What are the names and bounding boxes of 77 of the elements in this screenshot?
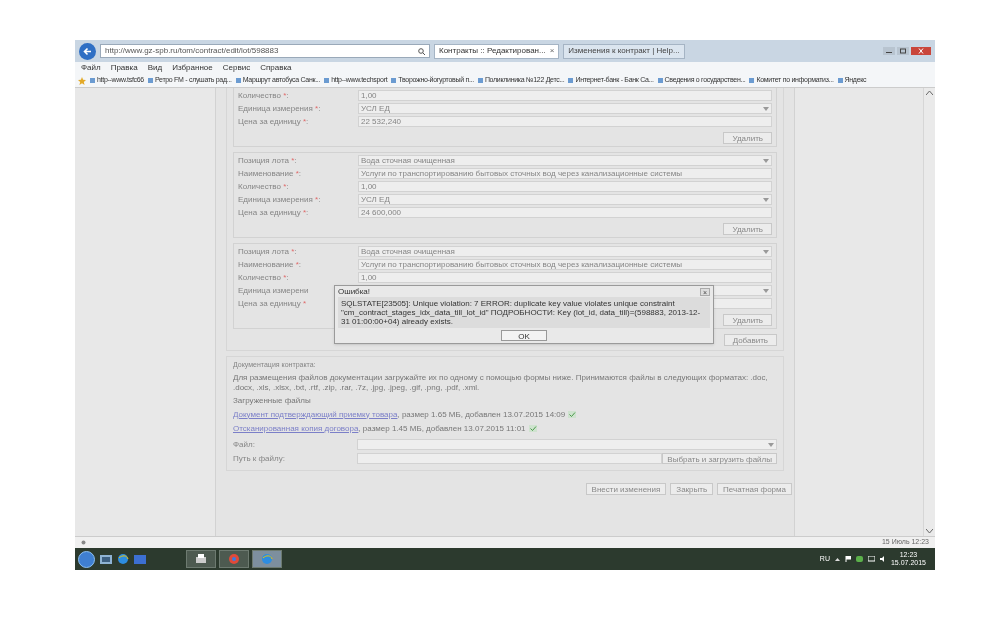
minimize-icon: [883, 47, 895, 55]
menu-item[interactable]: Сервис: [222, 64, 251, 72]
dropdown-arrow-icon: [763, 288, 769, 293]
select-field[interactable]: [357, 439, 777, 450]
field-label: Цена за единицу *: [238, 298, 307, 308]
menu-item[interactable]: Вид: [147, 64, 163, 72]
field-label: Количество *:: [238, 90, 289, 100]
file-entry: Отсканированная копия договора, размер 1.45 МБ, добавлен 13.07.2015 11:01: [233, 422, 526, 435]
browser-tab[interactable]: Изменения к контракт | Help...: [563, 43, 685, 59]
back-button[interactable]: [79, 42, 96, 60]
field-label: Цена за единицу *:: [238, 116, 309, 126]
ok-button[interactable]: OK: [501, 330, 547, 341]
browser-e-icon: [117, 553, 129, 565]
network-icon: [867, 556, 875, 562]
dropdown-arrow-icon: [763, 249, 769, 254]
field-label: Позиция лота *:: [238, 246, 297, 256]
menu-item[interactable]: Правка: [110, 64, 138, 72]
field-label: Путь к файлу:: [233, 453, 285, 463]
menu-item[interactable]: Файл: [81, 64, 101, 72]
star-icon: [78, 76, 86, 85]
menu-item[interactable]: Справка: [260, 64, 292, 72]
field-label: Файл:: [233, 439, 255, 449]
start-button[interactable]: [78, 550, 95, 568]
file-entry: Документ подтверждающий приемку товара, размер 1.65 МБ, добавлен 13.07.2015 14:09: [233, 408, 566, 421]
field-label: Единица измерения *:: [238, 103, 321, 113]
field-label: Единица измерени: [238, 285, 309, 295]
page-icon: [235, 78, 241, 83]
dropdown-arrow-icon: [763, 197, 769, 202]
round-logo-icon: [227, 553, 241, 565]
dropdown-arrow-icon: [763, 106, 769, 111]
back-arrow-icon: [83, 46, 92, 56]
input-field[interactable]: 24 600,000: [358, 207, 772, 218]
monitor-icon: [134, 554, 146, 564]
menu-item[interactable]: Избранное: [172, 64, 213, 72]
field-label: Единица измерения *:: [238, 194, 321, 204]
flag-icon: [844, 556, 851, 562]
tray-arrow-icon: [834, 557, 840, 561]
page-icon: [90, 78, 95, 83]
tab-close-button[interactable]: ×: [549, 45, 555, 57]
field-label: Количество *:: [238, 181, 289, 191]
field-label: Наименование *:: [238, 259, 302, 269]
page-icon: [477, 78, 483, 83]
page-icon: [324, 78, 330, 83]
tray-app-icon: [855, 556, 863, 562]
checkmark-icon: [528, 425, 537, 432]
taskbar-button[interactable]: [186, 550, 216, 568]
checkmark-icon: [568, 411, 577, 418]
page-icon: [568, 78, 574, 83]
dialog-title: Ошибка!: [338, 285, 371, 298]
speaker-icon: [879, 556, 886, 562]
address-bar[interactable]: http://www.gz-spb.ru/tom/contract/edit/lot/598883: [100, 44, 430, 58]
dropdown-arrow-icon: [768, 442, 774, 447]
error-message: SQLSTATE[23505]: Unique violation: 7 ERROR: duplicate key value violates unique constraint "cm_contract_stages_idx_data_till_lot_id" ПОДРОБНОСТИ: Key (lot_id, data_till)=(598883, 2013-12-31 01:00:00+04) already exists.: [338, 297, 710, 328]
page-icon: [391, 78, 397, 83]
window-icon: [100, 554, 112, 564]
uploaded-heading: Загруженные файлы: [233, 394, 312, 407]
page-icon: [657, 78, 663, 83]
page-icon: [147, 78, 153, 83]
info-text: Для размещения файлов документации загружайте их по одному с помощью формы ниже. Принимаются файлы в следующих форматах: .doc, .docx, .xls, .xlsx, .txt, .rtf, .zip, .rar, .7z, .jpg, .jpeg, .gif, .png, .pdf, .xml.: [233, 372, 769, 393]
input-field[interactable]: [357, 453, 663, 464]
field-label: Цена за единицу *:: [238, 207, 309, 217]
browser-e-icon: [260, 553, 274, 565]
address-text: http://www.gz-spb.ru/tom/contract/edit/lot/598883: [105, 45, 279, 57]
close-icon: [911, 47, 931, 55]
search-icon: [418, 47, 425, 55]
field-label: Количество *:: [238, 272, 289, 282]
page-icon: [749, 78, 755, 83]
maximize-icon: [897, 47, 909, 55]
printer-icon: [194, 553, 208, 565]
page-icon: [837, 78, 843, 83]
scroll-up-icon: [926, 90, 933, 95]
field-label: Позиция лота *:: [238, 155, 297, 165]
field-label: Наименование *:: [238, 168, 302, 178]
scrollbar[interactable]: [923, 88, 935, 536]
scroll-down-icon: [926, 529, 933, 534]
dropdown-arrow-icon: [763, 158, 769, 163]
browser-tab[interactable]: Контракты :: Редактирован... ×: [434, 43, 560, 59]
